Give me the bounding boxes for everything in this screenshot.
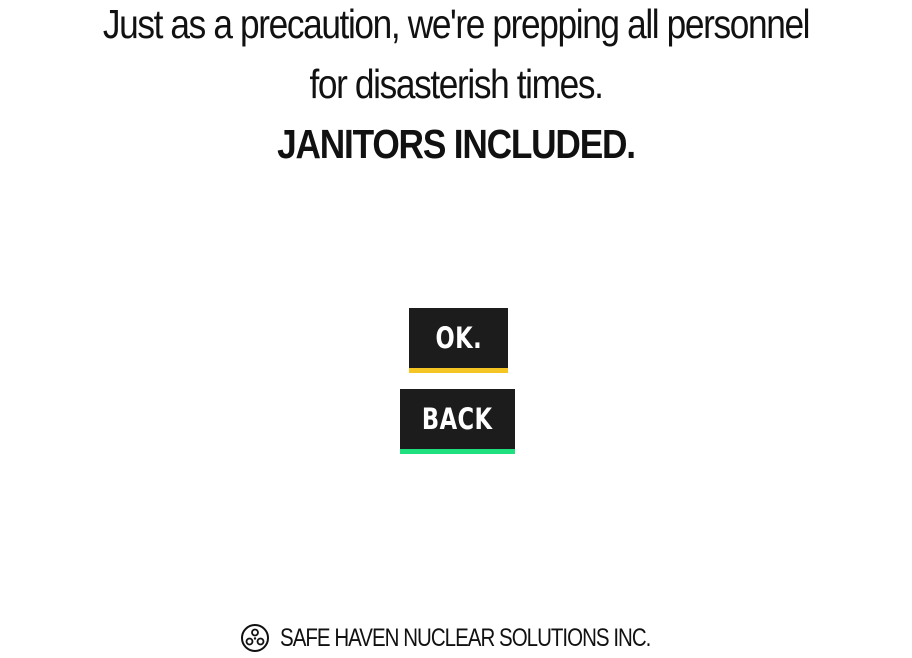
message-line-2: for disasterish times.	[309, 61, 603, 107]
back-button[interactable]: BACK	[400, 389, 515, 454]
message-line-1: Just as a precaution, we're prepping all…	[102, 1, 811, 47]
radiation-logo-icon	[240, 623, 270, 653]
message-emphasis: JANITORS INCLUDED.	[277, 121, 636, 167]
message-block: Just as a precaution, we're prepping all…	[0, 0, 912, 174]
company-name: SAFE HAVEN NUCLEAR SOLUTIONS INC.	[280, 623, 651, 652]
back-button-label: BACK	[422, 402, 493, 436]
ok-button[interactable]: OK.	[409, 308, 508, 373]
footer: SAFE HAVEN NUCLEAR SOLUTIONS INC.	[0, 618, 912, 658]
ok-button-label: OK.	[435, 321, 482, 355]
